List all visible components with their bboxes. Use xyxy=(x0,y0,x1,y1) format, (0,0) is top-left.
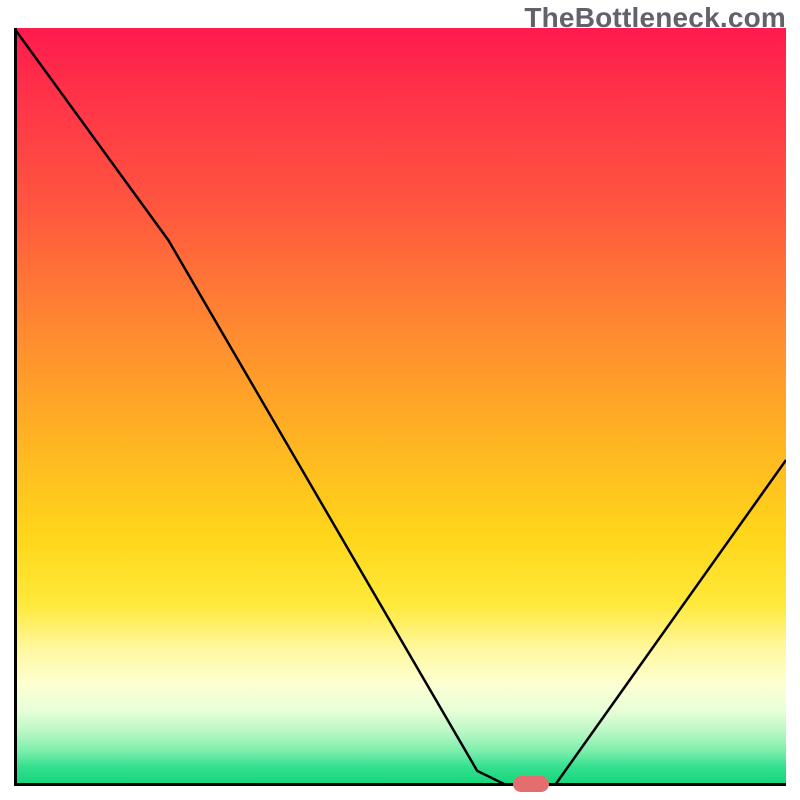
curve-path xyxy=(14,28,786,786)
plot-area xyxy=(14,28,786,786)
chart-frame: TheBottleneck.com xyxy=(0,0,800,800)
bottleneck-curve xyxy=(14,28,786,786)
optimal-marker xyxy=(513,776,549,792)
